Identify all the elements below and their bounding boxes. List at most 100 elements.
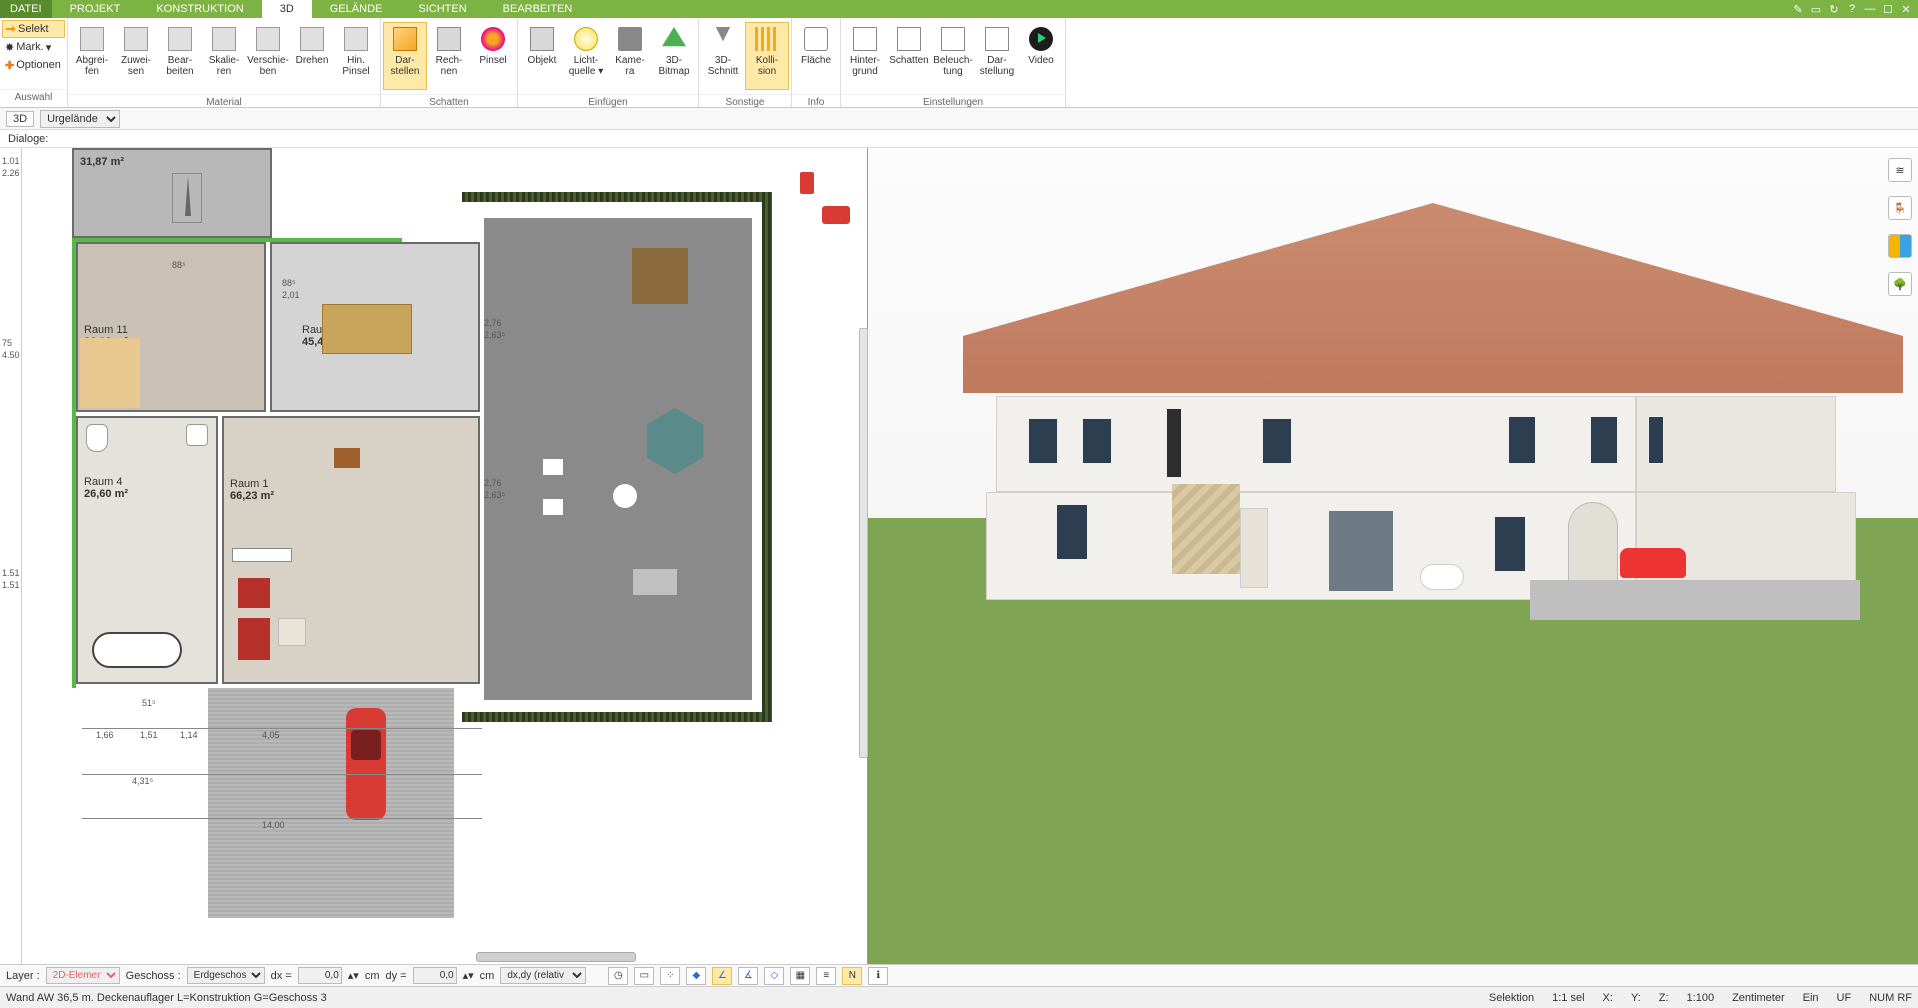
layers-icon[interactable]: ≋ xyxy=(1888,158,1912,182)
clock-icon[interactable]: ◷ xyxy=(608,967,628,985)
ribbon-group-sonstige: 3D- Schnitt Kolli- sion Sonstige xyxy=(699,18,792,107)
view-mode-label: 3D xyxy=(6,111,34,127)
palette-icon[interactable] xyxy=(1888,234,1912,258)
btn-kamera[interactable]: Kame- ra xyxy=(608,22,652,90)
window-controls: ✎ ▭ ↻ ? — ☐ ✕ xyxy=(1790,0,1918,18)
grid-dots-icon[interactable]: ⁘ xyxy=(660,967,680,985)
edit-icon xyxy=(168,27,192,51)
calc-icon xyxy=(437,27,461,51)
door xyxy=(1240,508,1268,588)
snap-n-icon[interactable]: N xyxy=(842,967,862,985)
group-label-einfuegen: Einfügen xyxy=(518,94,698,110)
chair-icon[interactable]: 🪑 xyxy=(1888,196,1912,220)
menu-tab-projekt[interactable]: PROJEKT xyxy=(52,0,139,18)
btn-video[interactable]: Video xyxy=(1019,22,1063,90)
btn-licht-label: Licht- quelle ▾ xyxy=(569,55,604,77)
options-label: Optionen xyxy=(16,59,61,71)
camera-icon xyxy=(618,27,642,51)
menu-tab-konstruktion[interactable]: KONSTRUKTION xyxy=(138,0,261,18)
dx-input[interactable] xyxy=(298,967,342,984)
layer-select[interactable]: 2D-Elemen xyxy=(46,967,120,984)
btn-kollision-label: Kolli- sion xyxy=(756,55,778,77)
window xyxy=(1028,418,1058,464)
angle2-icon[interactable]: ∡ xyxy=(738,967,758,985)
view-3d[interactable]: ≋ 🪑 🌳 xyxy=(868,148,1918,964)
btn-bearbeiten[interactable]: Bear- beiten xyxy=(158,22,202,90)
window-icon[interactable]: ▭ xyxy=(1808,1,1824,17)
dashes-icon[interactable]: ≡ xyxy=(816,967,836,985)
maximize-icon[interactable]: ☐ xyxy=(1880,1,1896,17)
menu-tab-3d[interactable]: 3D xyxy=(262,0,312,18)
horizontal-scrollbar[interactable] xyxy=(476,952,636,962)
refresh-icon[interactable]: ↻ xyxy=(1826,1,1842,17)
minimize-icon[interactable]: — xyxy=(1862,1,1878,17)
options-tool[interactable]: ✚Optionen xyxy=(2,56,65,74)
move-icon xyxy=(256,27,280,51)
alarm-box-icon xyxy=(822,206,850,224)
ribbon-group-material: Abgrei- fen Zuwei- sen Bear- beiten Skal… xyxy=(68,18,381,107)
btn-verschieben[interactable]: Verschie- ben xyxy=(246,22,290,90)
close-icon[interactable]: ✕ xyxy=(1898,1,1914,17)
terrace[interactable] xyxy=(484,218,752,700)
geschoss-select[interactable]: Erdgeschos xyxy=(187,967,265,984)
ribbon-group-einstellungen: Hinter- grund Schatten Beleuch- tung Dar… xyxy=(841,18,1066,107)
btn-3dbitmap[interactable]: 3D- Bitmap xyxy=(652,22,696,90)
btn-schatten2[interactable]: Schatten xyxy=(887,22,931,90)
btn-abgreifen[interactable]: Abgrei- fen xyxy=(70,22,114,90)
dy-input[interactable] xyxy=(413,967,457,984)
btn-rechnen[interactable]: Rech- nen xyxy=(427,22,471,90)
btn-skalieren[interactable]: Skalie- ren xyxy=(202,22,246,90)
select-tool[interactable]: Selekt xyxy=(2,20,65,38)
btn-lichtquelle[interactable]: Licht- quelle ▾ xyxy=(564,22,608,90)
fire-extinguisher-icon xyxy=(800,172,814,194)
btn-drehen[interactable]: Drehen xyxy=(290,22,334,90)
sink-icon xyxy=(186,424,208,446)
right-tools: ≋ 🪑 🌳 xyxy=(1888,158,1912,296)
diamond-icon[interactable]: ◇ xyxy=(764,967,784,985)
btn-darstellen[interactable]: Dar- stellen xyxy=(383,22,427,90)
room-3[interactable]: Raum 345,42 m² xyxy=(270,242,480,412)
btn-beleuchtung-label: Beleuch- tung xyxy=(933,55,972,77)
snap-object-icon[interactable]: ◆ xyxy=(686,967,706,985)
menu-tab-datei[interactable]: DATEI xyxy=(0,0,52,18)
floor-plan[interactable]: 31,87 m² Raum 1136,18 m² Raum 345,42 m² … xyxy=(22,148,867,964)
btn-beleuchtung[interactable]: Beleuch- tung xyxy=(931,22,975,90)
btn-hintergrund[interactable]: Hinter- grund xyxy=(843,22,887,90)
info-small-icon[interactable]: ℹ xyxy=(868,967,888,985)
btn-darstellung[interactable]: Dar- stellung xyxy=(975,22,1019,90)
collision-icon xyxy=(755,27,779,51)
rotate-icon xyxy=(300,27,324,51)
room-4-name: Raum 4 xyxy=(84,476,123,488)
monitor-icon[interactable]: ▭ xyxy=(634,967,654,985)
room-4[interactable]: Raum 426,60 m² xyxy=(76,416,218,684)
btn-hinpinsel[interactable]: Hin. Pinsel xyxy=(334,22,378,90)
geschoss-label: Geschoss : xyxy=(126,970,181,982)
ruler-val: 1.51 xyxy=(2,568,20,578)
terrain-select[interactable]: Urgelände xyxy=(40,110,120,128)
btn-3dschnitt[interactable]: 3D- Schnitt xyxy=(701,22,745,90)
menu-tab-sichten[interactable]: SICHTEN xyxy=(400,0,484,18)
ribbon-group-schatten: Dar- stellen Rech- nen Pinsel Schatten xyxy=(381,18,518,107)
btn-objekt[interactable]: Objekt xyxy=(520,22,564,90)
menu-tab-gelaende[interactable]: GELÄNDE xyxy=(312,0,401,18)
pencil-icon[interactable]: ✎ xyxy=(1790,1,1806,17)
ribbon-group-einfuegen: Objekt Licht- quelle ▾ Kame- ra 3D- Bitm… xyxy=(518,18,699,107)
btn-pinsel[interactable]: Pinsel xyxy=(471,22,515,90)
grid-icon[interactable]: ▦ xyxy=(790,967,810,985)
dxdy-mode-select[interactable]: dx,dy (relativ ka xyxy=(500,967,586,984)
dimension: 14,00 xyxy=(262,820,285,830)
btn-zuweisen[interactable]: Zuwei- sen xyxy=(114,22,158,90)
mark-tool[interactable]: ✸Mark.▾ xyxy=(2,38,65,56)
house-shadow-icon xyxy=(897,27,921,51)
view-splitter[interactable] xyxy=(859,328,868,758)
angle-icon[interactable]: ∠ xyxy=(712,967,732,985)
btn-3dbitmap-label: 3D- Bitmap xyxy=(658,55,689,77)
help-icon[interactable]: ? xyxy=(1844,1,1860,17)
btn-flaeche[interactable]: Fläche xyxy=(794,22,838,90)
btn-kollision[interactable]: Kolli- sion xyxy=(745,22,789,90)
view-2d[interactable]: 1.01 2.26 75 4.50 1.51 1.51 31,87 m² Rau… xyxy=(0,148,868,964)
tree-tool-icon[interactable]: 🌳 xyxy=(1888,272,1912,296)
menu-tab-bearbeiten[interactable]: BEARBEITEN xyxy=(485,0,591,18)
btn-schatten2-label: Schatten xyxy=(889,55,928,66)
group-label-schatten: Schatten xyxy=(381,94,517,110)
